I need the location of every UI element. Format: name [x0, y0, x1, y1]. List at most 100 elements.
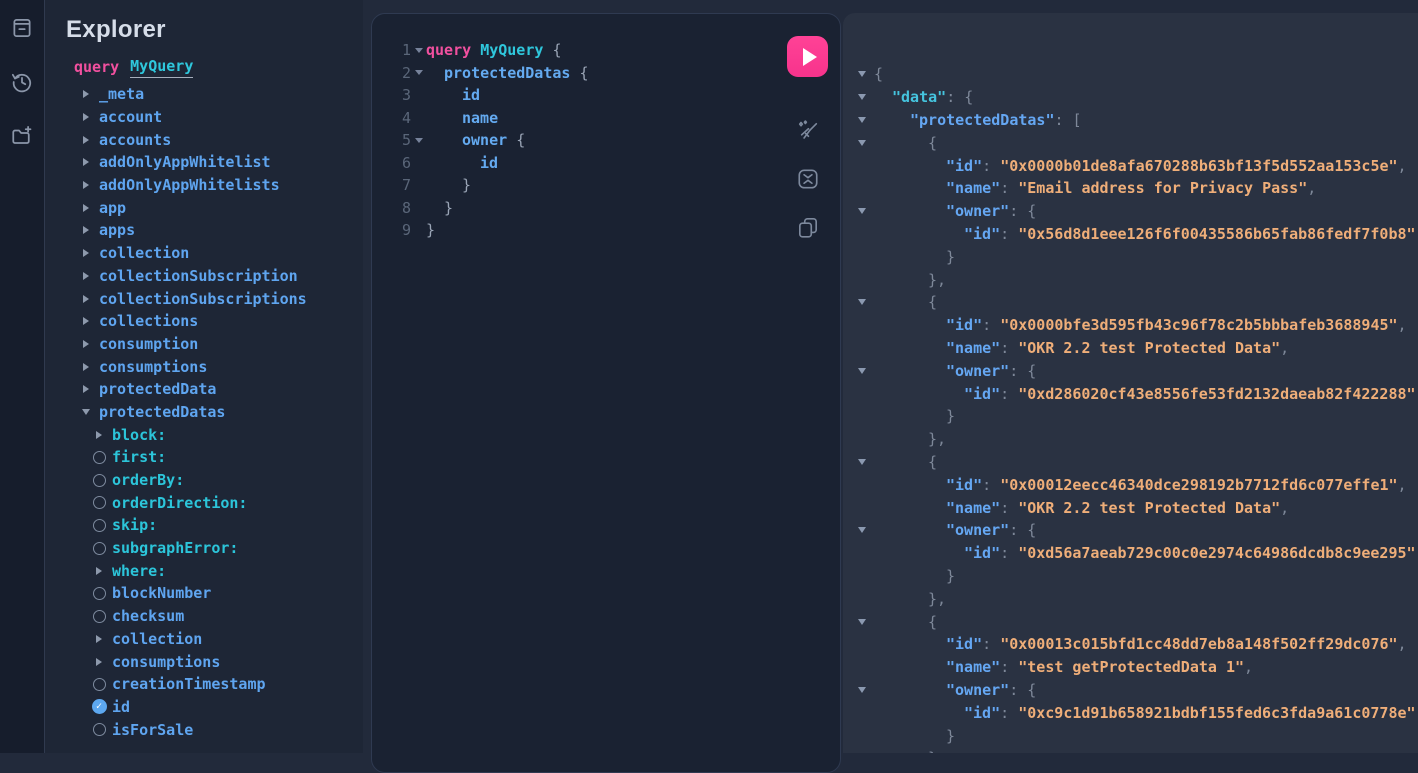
fold-triangle-icon[interactable]	[858, 117, 866, 123]
fold-triangle-icon[interactable]	[858, 687, 866, 693]
tree-item-control[interactable]	[91, 658, 107, 666]
tree-item-control[interactable]	[91, 723, 107, 736]
tree-item[interactable]: isForSale	[45, 718, 363, 741]
tree-item[interactable]: collections	[45, 310, 363, 333]
line-number: 9	[372, 221, 411, 239]
fold-caret-icon[interactable]	[415, 48, 423, 53]
editor-line[interactable]: 7}	[372, 174, 840, 197]
tree-item[interactable]: collection	[45, 628, 363, 651]
tree-item[interactable]: accounts	[45, 128, 363, 151]
tree-item[interactable]: first:	[45, 446, 363, 469]
tree-item-control[interactable]	[91, 431, 107, 439]
tree-item-control[interactable]	[78, 249, 94, 257]
operation-name-input[interactable]: MyQuery	[130, 57, 193, 78]
tree-item[interactable]: skip:	[45, 514, 363, 537]
tree-item-control[interactable]	[91, 542, 107, 555]
tree-item-control[interactable]	[78, 90, 94, 98]
tree-item-control[interactable]	[78, 385, 94, 393]
tree-item[interactable]: addOnlyAppWhitelists	[45, 174, 363, 197]
tree-item[interactable]: checksum	[45, 605, 363, 628]
tree-item-control[interactable]	[91, 519, 107, 532]
fold-triangle-icon[interactable]	[858, 140, 866, 146]
tree-item[interactable]: orderDirection:	[45, 491, 363, 514]
tree-item[interactable]: apps	[45, 219, 363, 242]
fold-caret-icon[interactable]	[415, 70, 423, 75]
tree-item-control[interactable]	[78, 204, 94, 212]
fold-triangle-icon[interactable]	[858, 527, 866, 533]
fold-triangle-icon[interactable]	[858, 619, 866, 625]
line-number: 8	[372, 199, 411, 217]
tree-item-control[interactable]	[78, 317, 94, 325]
tree-item[interactable]: app	[45, 196, 363, 219]
response-line: }	[843, 245, 1418, 268]
tree-item[interactable]: where:	[45, 559, 363, 582]
prettify-icon[interactable]	[796, 119, 820, 143]
history-icon[interactable]	[9, 69, 35, 95]
tree-item[interactable]: block:	[45, 423, 363, 446]
tree-item[interactable]: ✓id	[45, 696, 363, 719]
tree-item-control[interactable]	[91, 474, 107, 487]
tree-item-control[interactable]	[78, 181, 94, 189]
tree-item[interactable]: collectionSubscription	[45, 265, 363, 288]
tree-item[interactable]: collection	[45, 242, 363, 265]
tree-item[interactable]: _meta	[45, 83, 363, 106]
tree-item-control[interactable]	[78, 272, 94, 280]
merge-fragments-icon[interactable]	[796, 167, 820, 191]
tree-item[interactable]: consumptions	[45, 650, 363, 673]
tree-item[interactable]: protectedDatas	[45, 401, 363, 424]
fold-triangle-icon[interactable]	[858, 208, 866, 214]
tree-item-control[interactable]	[91, 567, 107, 575]
tree-item-control[interactable]	[91, 587, 107, 600]
editor-line[interactable]: 4name	[372, 107, 840, 130]
fold-caret-icon[interactable]	[415, 138, 423, 143]
docs-icon[interactable]	[9, 15, 35, 41]
tree-item-control[interactable]	[78, 340, 94, 348]
tree-item-label: collection	[99, 244, 189, 262]
editor-line[interactable]: 3id	[372, 84, 840, 107]
execute-button[interactable]	[787, 36, 828, 77]
editor-line[interactable]: 1query MyQuery {	[372, 39, 840, 62]
editor-line[interactable]: 6id	[372, 152, 840, 175]
tree-item[interactable]: consumption	[45, 333, 363, 356]
query-editor[interactable]: 1query MyQuery {2protectedDatas {3id4nam…	[372, 14, 840, 242]
tree-item-control[interactable]	[78, 226, 94, 234]
tree-item[interactable]: consumptions	[45, 355, 363, 378]
tree-item-control[interactable]	[91, 451, 107, 464]
editor-line[interactable]: 8}	[372, 197, 840, 220]
editor-line[interactable]: 5owner {	[372, 129, 840, 152]
copy-query-icon[interactable]	[796, 215, 820, 239]
response-line-text: },	[874, 749, 946, 753]
tree-item-control[interactable]	[91, 496, 107, 509]
fold-triangle-icon[interactable]	[858, 368, 866, 374]
tree-item-control[interactable]	[78, 113, 94, 121]
fold-triangle-icon[interactable]	[858, 299, 866, 305]
tree-item-control[interactable]	[78, 363, 94, 371]
tree-item-control[interactable]	[91, 678, 107, 691]
tree-item-control[interactable]	[78, 158, 94, 166]
tree-item-control[interactable]	[78, 136, 94, 144]
response-line-text: {	[874, 453, 937, 471]
tree-item-control[interactable]: ✓	[91, 699, 107, 714]
fold-triangle-icon[interactable]	[858, 459, 866, 465]
fold-triangle-icon[interactable]	[858, 94, 866, 100]
editor-line[interactable]: 2protectedDatas {	[372, 62, 840, 85]
tree-item-control[interactable]	[78, 409, 94, 415]
tree-item[interactable]: subgraphError:	[45, 537, 363, 560]
tree-item[interactable]: orderBy:	[45, 469, 363, 492]
tree-item[interactable]: addOnlyAppWhitelist	[45, 151, 363, 174]
editor-line[interactable]: 9}	[372, 219, 840, 242]
tree-item[interactable]: creationTimestamp	[45, 673, 363, 696]
tree-item[interactable]: collectionSubscriptions	[45, 287, 363, 310]
tree-item-control[interactable]	[78, 295, 94, 303]
chevron-right-icon	[96, 431, 102, 439]
fold-triangle-icon[interactable]	[858, 71, 866, 77]
tree-item[interactable]: account	[45, 106, 363, 129]
tree-item[interactable]: protectedData	[45, 378, 363, 401]
tree-item-control[interactable]	[91, 610, 107, 623]
response-line-text: "id": "0xd56a7aeab729c00c0e2974c64986dcd…	[874, 544, 1416, 562]
response-line-text: {	[874, 65, 883, 83]
tree-item[interactable]: blockNumber	[45, 582, 363, 605]
chevron-right-icon	[83, 317, 89, 325]
tree-item-control[interactable]	[91, 635, 107, 643]
folder-plus-icon[interactable]	[9, 123, 35, 149]
